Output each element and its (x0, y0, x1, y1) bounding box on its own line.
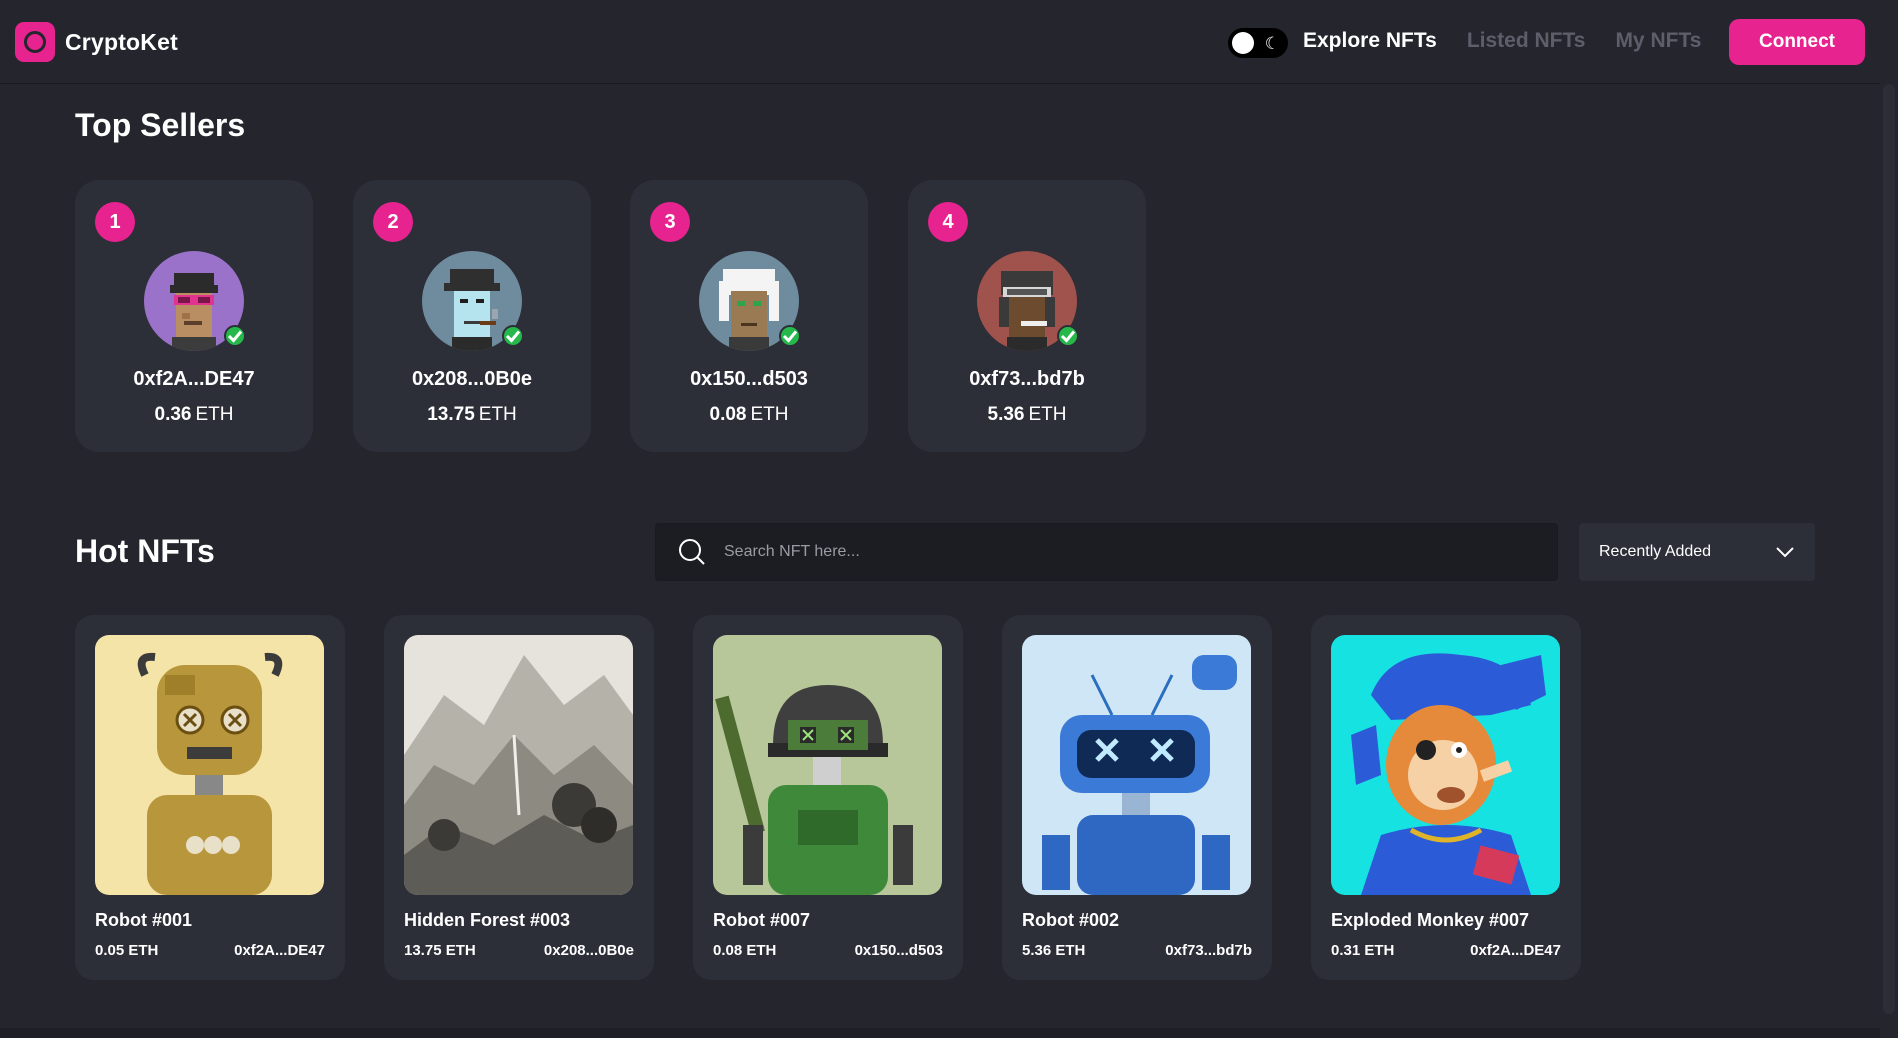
nft-name: Hidden Forest #003 (404, 910, 571, 930)
scrollbar[interactable] (1880, 0, 1898, 1038)
rank-badge: 2 (373, 202, 413, 242)
nft-card[interactable]: Robot #001 0.05 ETH 0xf2A...DE47 (75, 615, 345, 980)
seller-avatar (977, 251, 1079, 351)
nft-price: 0.31 ETH (1331, 942, 1395, 959)
nft-name: Robot #002 (1022, 910, 1120, 930)
chevron-down-icon (1776, 547, 1794, 558)
nft-image (95, 635, 324, 895)
seller-balance: 0.08 ETH (630, 404, 868, 426)
seller-unit: ETH (478, 404, 517, 425)
nft-image (1022, 635, 1251, 895)
nav-listed-nfts[interactable]: Listed NFTs (1467, 29, 1586, 53)
nft-image (1331, 635, 1560, 895)
seller-amount: 5.36 (987, 404, 1025, 425)
verified-icon (224, 325, 246, 347)
toggle-knob (1232, 32, 1254, 54)
sort-dropdown[interactable]: Recently Added (1579, 523, 1815, 581)
nft-image (404, 635, 633, 895)
seller-address: 0xf73...bd7b (969, 368, 1085, 390)
nft-card[interactable]: Robot #002 5.36 ETH 0xf73...bd7b (1002, 615, 1272, 980)
seller-card[interactable]: 3 0x150...d503 0.08 ETH (630, 180, 868, 452)
nft-owner: 0xf2A...DE47 (234, 942, 325, 959)
nav-explore-nfts[interactable]: Explore NFTs (1303, 29, 1437, 53)
moon-icon: ☾ (1264, 33, 1280, 53)
seller-unit: ETH (1028, 404, 1067, 425)
verified-icon (502, 325, 524, 347)
seller-unit: ETH (195, 404, 234, 425)
rank-badge: 4 (928, 202, 968, 242)
search-icon (679, 539, 705, 565)
seller-avatar (699, 251, 801, 351)
nft-price: 13.75 ETH (404, 942, 476, 959)
nft-card[interactable]: Robot #007 0.08 ETH 0x150...d503 (693, 615, 963, 980)
seller-balance: 5.36 ETH (908, 404, 1146, 426)
nft-owner: 0xf73...bd7b (1165, 942, 1252, 959)
verified-icon (779, 325, 801, 347)
rank-badge: 1 (95, 202, 135, 242)
hot-nfts-title: Hot NFTs (75, 533, 215, 569)
seller-balance: 0.36 ETH (75, 404, 313, 426)
nft-name: Robot #007 (713, 910, 811, 930)
logo-icon (15, 22, 55, 62)
app-root: CryptoKet ☾ Explore NFTs Listed NFTs My … (0, 0, 1898, 1038)
sort-selected-label: Recently Added (1599, 543, 1712, 560)
seller-unit: ETH (750, 404, 789, 425)
nft-price: 5.36 ETH (1022, 942, 1086, 959)
nft-card[interactable]: Exploded Monkey #007 0.31 ETH 0xf2A...DE… (1311, 615, 1581, 980)
nft-card[interactable]: Hidden Forest #003 13.75 ETH 0x208...0B0… (384, 615, 654, 980)
scrollbar-thumb[interactable] (1883, 84, 1895, 1014)
seller-amount: 0.08 (709, 404, 747, 425)
seller-address: 0xf2A...DE47 (133, 368, 255, 390)
nft-image (713, 635, 942, 895)
brand-logo[interactable]: CryptoKet (15, 22, 178, 62)
nft-price: 0.08 ETH (713, 942, 777, 959)
search-input[interactable] (724, 524, 1557, 580)
nft-name: Exploded Monkey #007 (1331, 910, 1530, 930)
brand-name: CryptoKet (65, 28, 178, 55)
footer-strip (0, 1028, 1880, 1038)
nft-price: 0.05 ETH (95, 942, 159, 959)
search-box (655, 523, 1558, 581)
nav-my-nfts[interactable]: My NFTs (1615, 29, 1701, 53)
seller-card[interactable]: 1 0xf2A...DE47 0.36 ETH (75, 180, 313, 452)
seller-card[interactable]: 2 0x208...0B0e 13.75 ETH (353, 180, 591, 452)
seller-address: 0x208...0B0e (411, 368, 533, 390)
seller-avatar (144, 251, 246, 351)
nft-owner: 0x208...0B0e (543, 942, 634, 959)
theme-toggle[interactable]: ☾ (1228, 28, 1288, 58)
seller-card[interactable]: 4 0xf73...bd7b 5.36 ETH (908, 180, 1146, 452)
seller-balance: 13.75 ETH (353, 404, 591, 426)
rank-badge: 3 (650, 202, 690, 242)
verified-icon (1057, 325, 1079, 347)
seller-avatar (422, 251, 524, 351)
top-sellers-title: Top Sellers (75, 107, 246, 143)
nft-owner: 0xf2A...DE47 (1470, 942, 1561, 959)
seller-amount: 13.75 (427, 404, 475, 425)
connect-button[interactable]: Connect (1729, 19, 1865, 65)
seller-amount: 0.36 (154, 404, 192, 425)
nft-owner: 0x150...d503 (854, 942, 943, 959)
nav-links: Explore NFTs Listed NFTs My NFTs (1303, 29, 1701, 53)
seller-address: 0x150...d503 (690, 368, 808, 390)
navbar: CryptoKet ☾ Explore NFTs Listed NFTs My … (0, 0, 1898, 84)
nft-name: Robot #001 (95, 910, 193, 930)
